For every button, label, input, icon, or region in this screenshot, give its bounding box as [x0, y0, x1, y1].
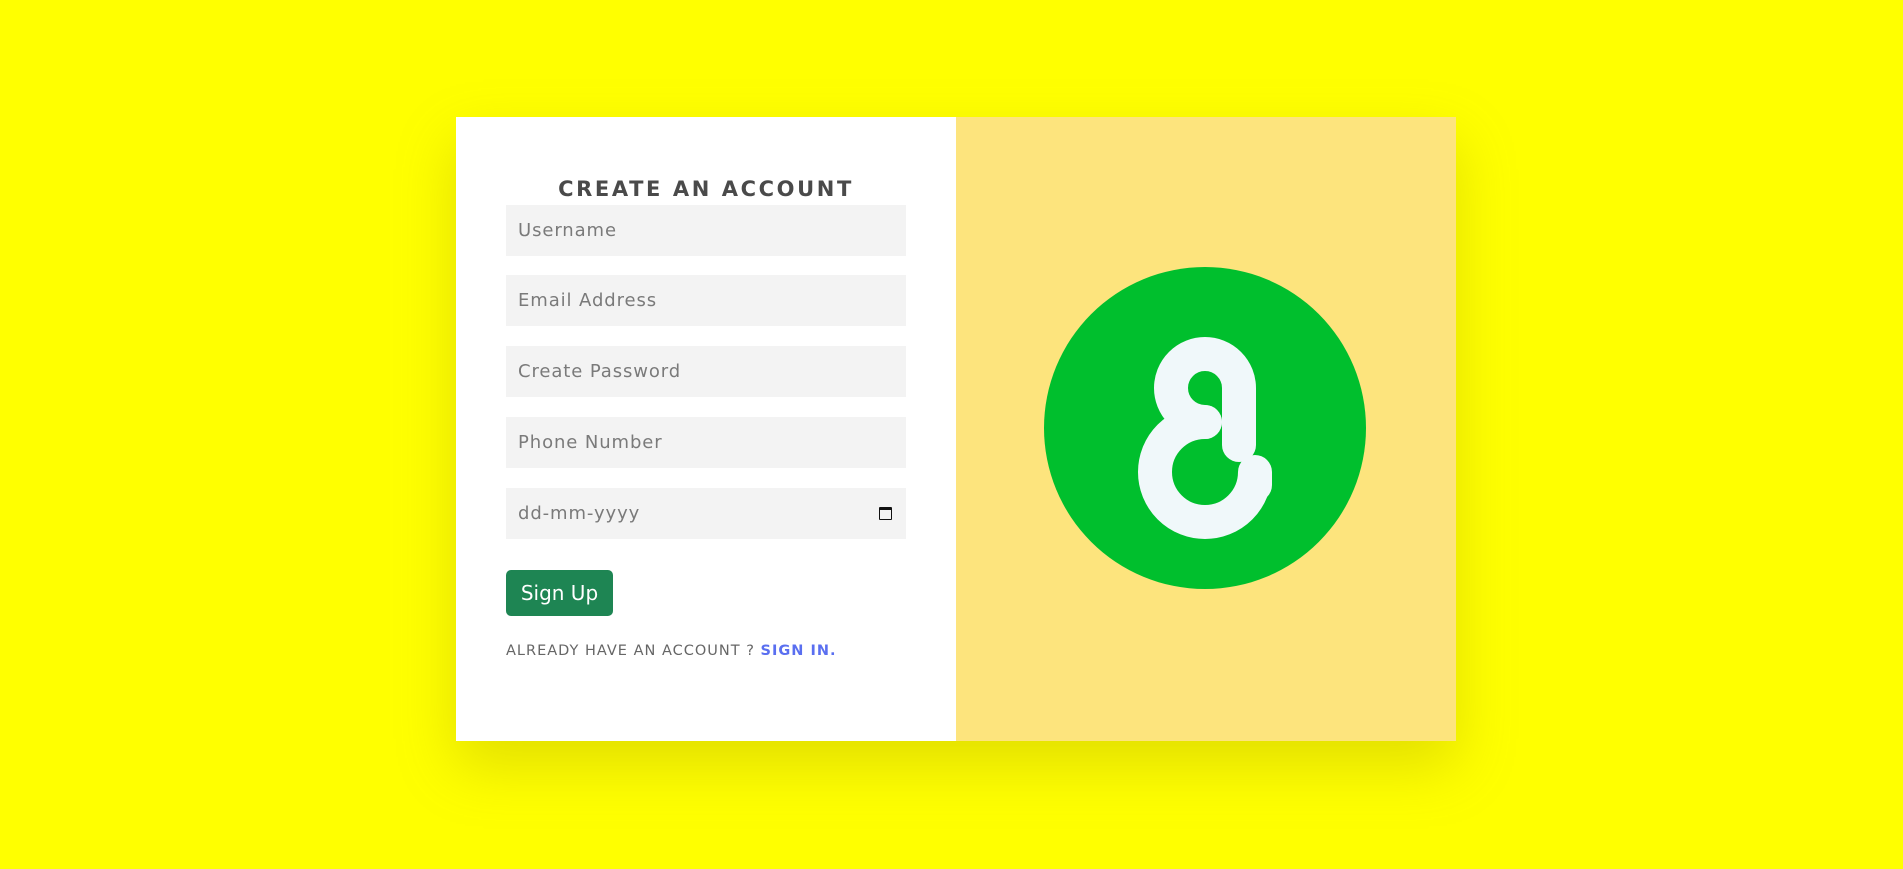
brand-image-panel	[956, 117, 1456, 741]
sign-in-link[interactable]: SIGN IN.	[761, 643, 837, 659]
date-placeholder: dd-mm-yyyy	[518, 503, 641, 524]
email-field[interactable]: Email Address	[506, 275, 906, 326]
calendar-icon[interactable]	[879, 507, 892, 520]
signup-card: CREATE AN ACCOUNT Username Email Address…	[456, 117, 1456, 741]
email-placeholder: Email Address	[518, 290, 658, 311]
phone-field[interactable]: Phone Number	[506, 417, 906, 468]
signin-prompt-line: ALREADY HAVE AN ACCOUNT ? SIGN IN.	[506, 643, 836, 659]
username-placeholder: Username	[518, 220, 617, 241]
username-field[interactable]: Username	[506, 205, 906, 256]
password-field[interactable]: Create Password	[506, 346, 906, 397]
signup-form-panel: CREATE AN ACCOUNT Username Email Address…	[456, 117, 956, 741]
phone-placeholder: Phone Number	[518, 432, 663, 453]
g-logo-icon	[1044, 267, 1366, 589]
sign-up-button[interactable]: Sign Up	[506, 570, 613, 616]
form-title: CREATE AN ACCOUNT	[558, 177, 854, 201]
password-placeholder: Create Password	[518, 361, 682, 382]
date-field[interactable]: dd-mm-yyyy	[506, 488, 906, 539]
signin-prompt-text: ALREADY HAVE AN ACCOUNT ?	[506, 643, 755, 659]
